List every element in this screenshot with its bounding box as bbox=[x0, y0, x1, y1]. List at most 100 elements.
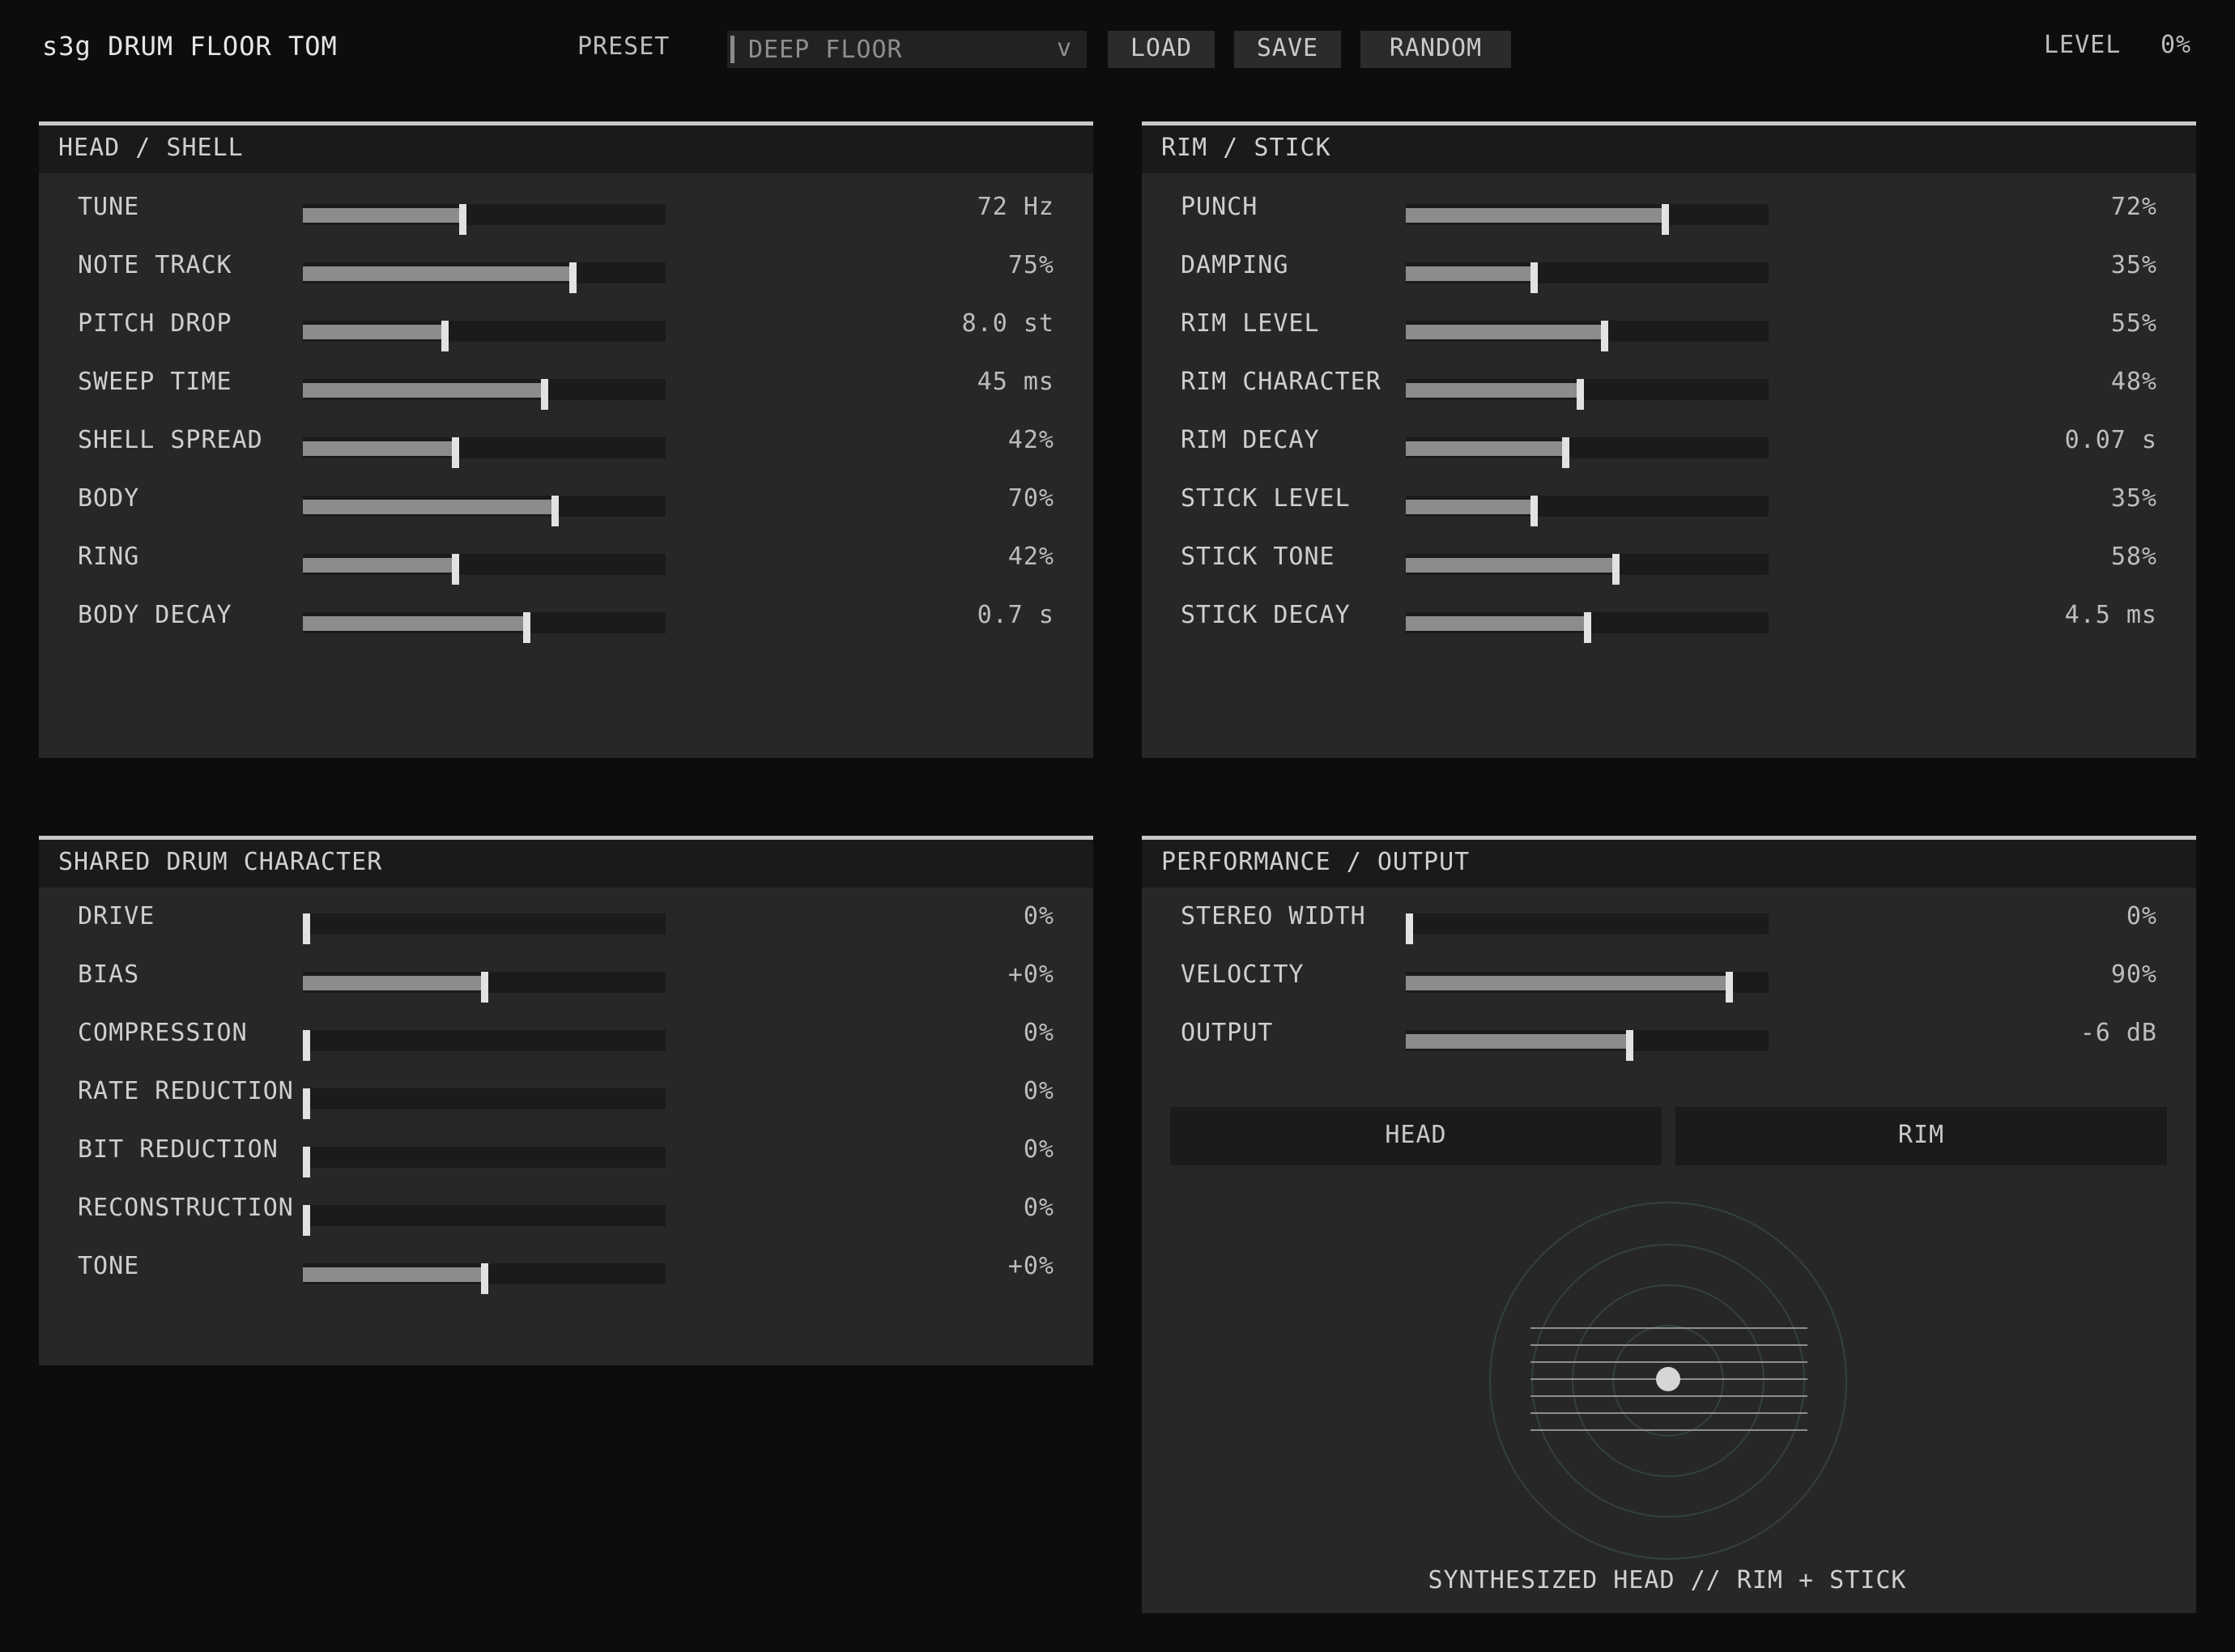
tab-rim[interactable]: RIM bbox=[1675, 1107, 2167, 1165]
param-row-bias: BIAS +0% bbox=[39, 960, 1093, 1019]
slider-handle[interactable] bbox=[1530, 262, 1538, 293]
param-label: STICK TONE bbox=[1181, 543, 1335, 571]
slider-handle[interactable] bbox=[551, 496, 559, 526]
param-label: DRIVE bbox=[78, 902, 155, 930]
param-slider[interactable] bbox=[303, 1263, 666, 1294]
param-value: 35% bbox=[2110, 484, 2157, 513]
param-value: 0% bbox=[1023, 1019, 1054, 1047]
param-label: OUTPUT bbox=[1181, 1019, 1274, 1047]
param-row-tune: TUNE 72 Hz bbox=[39, 193, 1093, 251]
slider-handle[interactable] bbox=[303, 1030, 310, 1061]
param-value: 0% bbox=[1023, 902, 1054, 930]
param-row-pitch-drop: PITCH DROP 8.0 st bbox=[39, 309, 1093, 368]
slider-handle[interactable] bbox=[303, 1147, 310, 1177]
param-label: RECONSTRUCTION bbox=[78, 1194, 294, 1222]
slider-fill bbox=[303, 976, 481, 990]
param-value: 0% bbox=[1023, 1194, 1054, 1222]
param-slider[interactable] bbox=[303, 612, 666, 643]
slider-handle[interactable] bbox=[1530, 496, 1538, 526]
slider-handle[interactable] bbox=[303, 913, 310, 944]
param-slider[interactable] bbox=[1406, 496, 1769, 526]
param-slider[interactable] bbox=[1406, 321, 1769, 351]
param-slider[interactable] bbox=[1406, 612, 1769, 643]
slider-handle[interactable] bbox=[1562, 437, 1569, 468]
save-button[interactable]: SAVE bbox=[1234, 31, 1341, 68]
random-button[interactable]: RANDOM bbox=[1360, 31, 1511, 68]
slider-handle[interactable] bbox=[1601, 321, 1608, 351]
slider-handle[interactable] bbox=[1612, 554, 1620, 585]
slider-fill bbox=[303, 383, 541, 398]
param-label: STICK LEVEL bbox=[1181, 484, 1351, 513]
strike-point-marker[interactable] bbox=[1656, 1367, 1680, 1391]
param-label: COMPRESSION bbox=[78, 1019, 248, 1047]
slider-handle[interactable] bbox=[1584, 612, 1591, 643]
param-row-damping: DAMPING 35% bbox=[1142, 251, 2196, 309]
slider-handle[interactable] bbox=[1662, 204, 1669, 235]
param-value: 72 Hz bbox=[977, 193, 1054, 221]
param-slider[interactable] bbox=[303, 437, 666, 468]
param-slider[interactable] bbox=[1406, 972, 1769, 1003]
param-value: 0% bbox=[1023, 1135, 1054, 1164]
slider-handle[interactable] bbox=[1626, 1030, 1633, 1061]
param-slider[interactable] bbox=[303, 1088, 666, 1119]
slider-handle[interactable] bbox=[303, 1205, 310, 1236]
preset-select[interactable]: DEEP FLOOR v bbox=[727, 31, 1087, 68]
param-value: +0% bbox=[1007, 1252, 1054, 1280]
param-slider[interactable] bbox=[303, 1030, 666, 1061]
param-value: 42% bbox=[1007, 426, 1054, 454]
param-row-compression: COMPRESSION 0% bbox=[39, 1019, 1093, 1077]
param-slider[interactable] bbox=[303, 379, 666, 410]
load-button[interactable]: LOAD bbox=[1108, 31, 1215, 68]
panel-shared-drum-character: SHARED DRUM CHARACTER DRIVE 0% BIAS +0% COMP… bbox=[39, 836, 1093, 1365]
slider-handle[interactable] bbox=[481, 1263, 488, 1294]
slider-handle[interactable] bbox=[452, 437, 459, 468]
param-value: 58% bbox=[2110, 543, 2157, 571]
slider-handle[interactable] bbox=[1406, 913, 1413, 944]
tab-head[interactable]: HEAD bbox=[1170, 1107, 1662, 1165]
param-row-rim-character: RIM CHARACTER 48% bbox=[1142, 368, 2196, 426]
param-slider[interactable] bbox=[1406, 379, 1769, 410]
slider-handle[interactable] bbox=[1726, 972, 1733, 1003]
slider-handle[interactable] bbox=[523, 612, 530, 643]
param-slider[interactable] bbox=[303, 913, 666, 944]
slider-handle[interactable] bbox=[459, 204, 466, 235]
slider-fill bbox=[1406, 208, 1662, 223]
slider-handle[interactable] bbox=[541, 379, 548, 410]
param-slider[interactable] bbox=[303, 496, 666, 526]
param-slider[interactable] bbox=[303, 972, 666, 1003]
slider-handle[interactable] bbox=[1577, 379, 1584, 410]
param-slider[interactable] bbox=[303, 1205, 666, 1236]
slider-handle[interactable] bbox=[569, 262, 577, 293]
param-label: STICK DECAY bbox=[1181, 601, 1351, 629]
param-slider[interactable] bbox=[1406, 1030, 1769, 1061]
param-value: 4.5 ms bbox=[2064, 601, 2157, 629]
param-slider[interactable] bbox=[303, 1147, 666, 1177]
param-slider[interactable] bbox=[1406, 913, 1769, 944]
param-label: BODY bbox=[78, 484, 140, 513]
param-label: RIM LEVEL bbox=[1181, 309, 1320, 338]
param-slider[interactable] bbox=[1406, 262, 1769, 293]
slider-fill bbox=[303, 208, 459, 223]
slider-handle[interactable] bbox=[303, 1088, 310, 1119]
param-row-punch: PUNCH 72% bbox=[1142, 193, 2196, 251]
param-slider[interactable] bbox=[1406, 554, 1769, 585]
app-title: s3g DRUM FLOOR TOM bbox=[42, 31, 338, 62]
slider-handle[interactable] bbox=[481, 972, 488, 1003]
preset-select-value: DEEP FLOOR bbox=[748, 36, 903, 64]
panel-rim-stick: RIM / STICK PUNCH 72% DAMPING 35% RIM LEVEL 5… bbox=[1142, 121, 2196, 758]
visual-caption: SYNTHESIZED HEAD // RIM + STICK bbox=[1428, 1566, 1907, 1595]
param-label: RIM CHARACTER bbox=[1181, 368, 1381, 396]
param-slider[interactable] bbox=[303, 204, 666, 235]
param-label: NOTE TRACK bbox=[78, 251, 232, 279]
param-value: +0% bbox=[1007, 960, 1054, 989]
param-row-tone: TONE +0% bbox=[39, 1252, 1093, 1310]
drum-head-visual[interactable] bbox=[1482, 1194, 1854, 1567]
slider-handle[interactable] bbox=[452, 554, 459, 585]
param-slider[interactable] bbox=[1406, 437, 1769, 468]
param-slider[interactable] bbox=[303, 321, 666, 351]
param-slider[interactable] bbox=[303, 262, 666, 293]
param-slider[interactable] bbox=[303, 554, 666, 585]
slider-handle[interactable] bbox=[441, 321, 449, 351]
param-slider[interactable] bbox=[1406, 204, 1769, 235]
param-label: BODY DECAY bbox=[78, 601, 232, 629]
